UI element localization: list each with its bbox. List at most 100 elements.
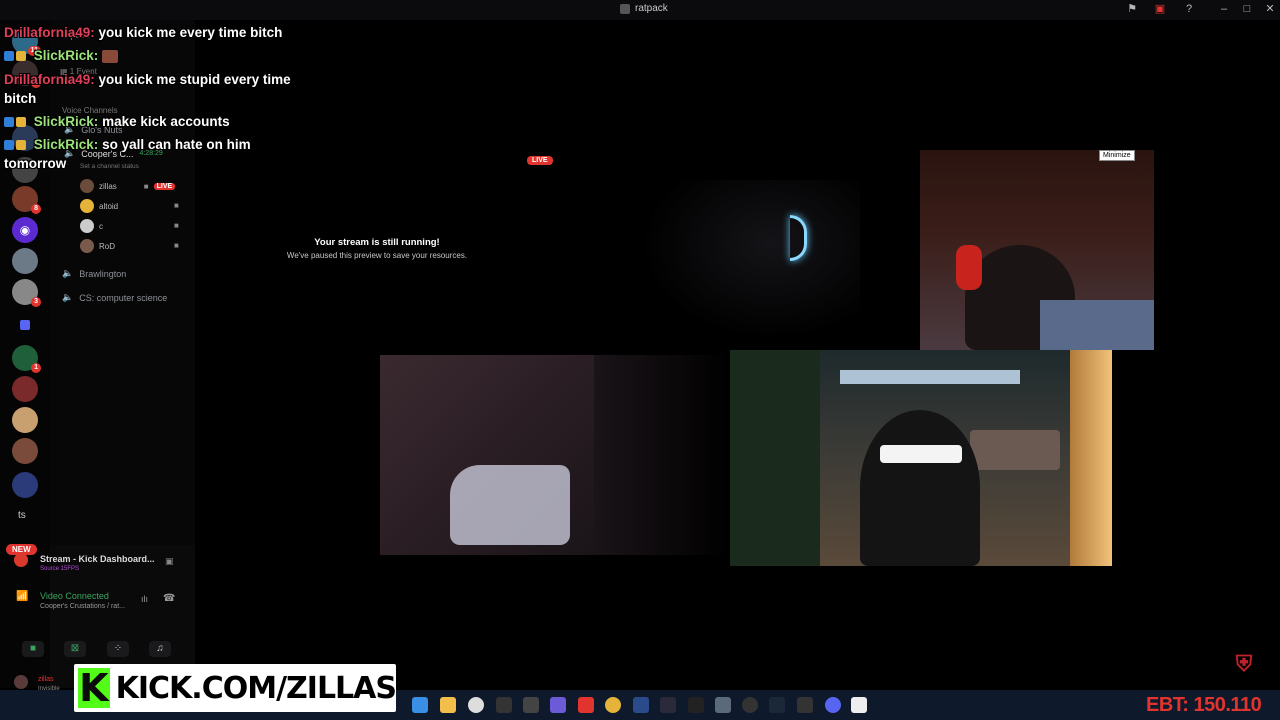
plant-wall xyxy=(730,350,820,566)
chat-message: Drillafornia49: you kick me every time b… xyxy=(4,25,283,40)
voice-user-zillas[interactable]: zillas ■ LIVE xyxy=(80,179,176,193)
app-icon[interactable] xyxy=(851,697,867,713)
media-player-icon[interactable] xyxy=(742,697,758,713)
server-icon[interactable] xyxy=(12,438,38,464)
chat-message: bitch xyxy=(4,91,37,106)
help-icon[interactable]: ? xyxy=(1183,3,1195,15)
noise-suppression-icon[interactable]: ılı xyxy=(141,594,148,604)
badge-icon xyxy=(4,117,14,128)
channel-status-prompt[interactable]: Set a channel status xyxy=(80,163,139,170)
camera-icon: ■ xyxy=(174,221,179,230)
chat-message: tomorrow xyxy=(4,156,67,171)
file-explorer-icon[interactable] xyxy=(440,697,456,713)
server-icon[interactable] xyxy=(12,472,38,498)
avatar[interactable] xyxy=(14,675,28,689)
soundboard-button[interactable]: ♫ xyxy=(149,641,171,657)
camera-button[interactable]: ■ xyxy=(22,641,44,657)
notepad-icon[interactable] xyxy=(715,697,731,713)
headset-glow xyxy=(790,215,807,261)
disconnect-icon[interactable]: ☎ xyxy=(163,593,175,604)
stream-feed-left[interactable] xyxy=(380,355,594,555)
crown-icon xyxy=(16,140,26,151)
avatar xyxy=(80,199,94,213)
preview-title: Your stream is still running! xyxy=(314,237,440,248)
paused-preview-message: Your stream is still running! We've paus… xyxy=(250,237,504,260)
voice-channel-brawlington[interactable]: 🔈 Brawlington xyxy=(62,268,126,279)
maximize-window-icon[interactable]: □ xyxy=(1241,3,1253,15)
voice-user-altoid[interactable]: altoid xyxy=(80,199,118,213)
app-icon[interactable] xyxy=(578,697,594,713)
eye-server-icon[interactable]: ◉ xyxy=(12,217,38,243)
voice-channel-name[interactable]: Cooper's Crustations / rat... xyxy=(40,603,125,610)
minimize-window-icon[interactable]: – xyxy=(1218,3,1230,15)
voice-status: Video Connected xyxy=(40,591,109,601)
app-icon[interactable] xyxy=(633,697,649,713)
headphone-shape xyxy=(956,245,982,290)
screen-share-button[interactable]: ⊠ xyxy=(64,641,86,657)
title-bar: ratpack ⚑ ▣ ? – □ ✕ xyxy=(0,0,1280,20)
webcam-feed-dark[interactable] xyxy=(640,180,860,340)
voice-channel-cs[interactable]: 🔈 CS: computer science xyxy=(62,292,167,303)
chrome-icon xyxy=(14,553,28,567)
badge-icon xyxy=(4,140,14,151)
lamp-glow xyxy=(1070,350,1112,566)
next-icon[interactable] xyxy=(660,697,676,713)
stop-stream-icon[interactable]: ▣ xyxy=(165,556,174,567)
ebt-counter: EBT: 150.110 xyxy=(1146,694,1262,716)
speaker-icon: 🔈 xyxy=(62,268,74,278)
camera-icon: ■ xyxy=(174,201,179,210)
kick-logo-icon: K xyxy=(78,666,110,710)
app-icon xyxy=(620,3,630,14)
preview-subtitle: We've paused this preview to save your r… xyxy=(286,251,468,260)
server-icon[interactable] xyxy=(12,376,38,402)
app-icon[interactable] xyxy=(550,697,566,713)
avatar xyxy=(80,239,94,253)
chat-badges xyxy=(4,140,26,151)
minimize-tooltip: Minimize xyxy=(1099,150,1135,161)
server-icon[interactable] xyxy=(12,407,38,433)
kick-url-text: KICK.COM/ZILLAS xyxy=(115,670,397,706)
voice-user-c[interactable]: c xyxy=(80,219,103,233)
server-icon[interactable] xyxy=(12,248,38,274)
live-tag: LIVE xyxy=(153,182,176,190)
stream-feed-fade xyxy=(594,355,730,555)
window-title: ratpack xyxy=(620,3,668,14)
chat-message: Drillafornia49: you kick me stupid every… xyxy=(4,72,291,87)
app-icon[interactable] xyxy=(688,697,704,713)
signal-icon: 📶 xyxy=(16,591,29,602)
chrome-icon[interactable] xyxy=(605,697,621,713)
server-ts[interactable]: ts xyxy=(18,510,26,521)
user-name[interactable]: zillas xyxy=(38,676,54,683)
screen-share-icon[interactable]: ▣ xyxy=(1154,3,1166,15)
chat-message: SlickRick: make kick accounts xyxy=(4,114,230,129)
app-icon[interactable] xyxy=(496,697,512,713)
stream-title[interactable]: Stream - Kick Dashboard... xyxy=(40,554,155,564)
webcam-feed-right[interactable] xyxy=(920,150,1154,350)
discord-icon[interactable] xyxy=(825,697,841,713)
epic-games-icon[interactable] xyxy=(797,697,813,713)
flag-icon[interactable]: ⚑ xyxy=(1126,3,1138,15)
start-icon[interactable] xyxy=(412,697,428,713)
capcut-icon[interactable] xyxy=(523,697,539,713)
sunglasses-shape xyxy=(880,445,962,463)
crown-icon xyxy=(16,51,26,62)
obs-icon[interactable] xyxy=(468,697,484,713)
close-window-icon[interactable]: ✕ xyxy=(1264,3,1276,15)
live-badge: LIVE xyxy=(527,156,553,165)
steam-icon[interactable] xyxy=(769,697,785,713)
camera-icon: ■ xyxy=(174,241,179,250)
avatar xyxy=(80,179,94,193)
stream-source: Source 15FPS xyxy=(40,566,80,572)
stream-feed-right[interactable] xyxy=(730,350,1112,566)
camera-icon: ■ xyxy=(143,181,149,191)
folder-icon[interactable] xyxy=(20,320,30,330)
chat-message: SlickRick: xyxy=(4,48,119,63)
server-icon[interactable]: 8 xyxy=(12,186,41,214)
activities-button[interactable]: ⁘ xyxy=(107,641,129,657)
sleeping-figure xyxy=(450,465,570,545)
server-icon[interactable]: 3 xyxy=(12,279,41,307)
server-icon[interactable]: 1 xyxy=(12,345,41,373)
avatar xyxy=(80,219,94,233)
voice-user-rod[interactable]: RoD xyxy=(80,239,115,253)
shirt-shape xyxy=(1040,300,1154,350)
